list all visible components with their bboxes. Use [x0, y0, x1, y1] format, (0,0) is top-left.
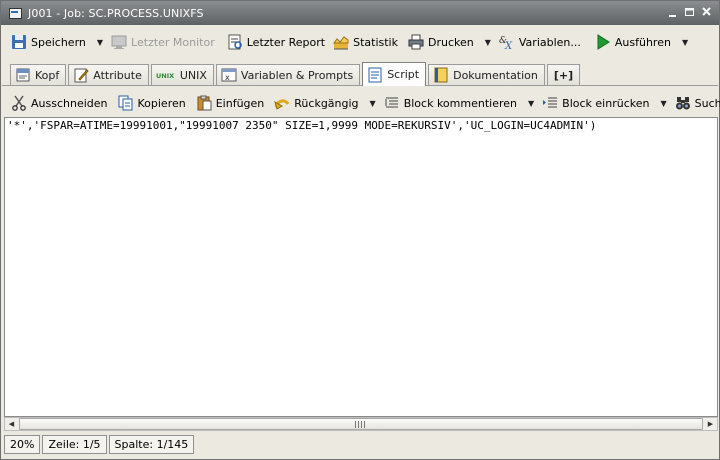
paste-icon	[196, 95, 212, 111]
search-label: Suche...	[694, 96, 720, 110]
zoom-status: 20%	[4, 434, 41, 454]
binoculars-icon	[675, 95, 691, 111]
run-button[interactable]: Ausführen	[591, 30, 675, 54]
save-label: Speichern	[31, 35, 86, 49]
job-editor-window: J001 - Job: SC.PROCESS.UNIXFS Speichern …	[0, 0, 720, 460]
indent-block-button[interactable]: Block einrücken	[538, 91, 653, 115]
tab-variables-prompts[interactable]: x Variablen & Prompts	[215, 64, 361, 85]
statistics-icon	[333, 34, 349, 50]
run-icon	[595, 34, 611, 50]
maximize-button[interactable]	[682, 5, 698, 20]
tab-unix[interactable]: UNIX UNIX	[150, 64, 214, 85]
save-dropdown-arrow[interactable]: ▼	[97, 38, 103, 47]
print-icon	[408, 34, 424, 50]
tab-kopf[interactable]: Kopf	[10, 64, 67, 85]
cut-icon	[11, 95, 27, 111]
undo-label: Rückgängig	[294, 96, 359, 110]
indent-block-dropdown-arrow[interactable]: ▼	[660, 99, 666, 108]
comment-block-icon	[384, 95, 400, 111]
last-report-button[interactable]: Letzter Report	[223, 30, 329, 54]
comment-block-dropdown-arrow[interactable]: ▼	[528, 99, 534, 108]
script-editor[interactable]: '*','FSPAR=ATIME=19991001,"19991007 2350…	[4, 117, 718, 417]
scroll-right-arrow[interactable]: ▶	[704, 418, 717, 430]
last-monitor-label: Letzter Monitor	[131, 35, 215, 49]
statistics-label: Statistik	[353, 35, 398, 49]
variables-button[interactable]: & X Variablen...	[495, 30, 585, 54]
minimize-button[interactable]	[665, 5, 681, 20]
minimize-icon	[669, 15, 676, 17]
main-toolbar: Speichern ▼ Letzter Monitor Letzter Repo…	[2, 28, 718, 56]
tab-bar: Kopf Attribute UNIX UNIX x Variablen & P…	[10, 61, 582, 86]
variables-prompts-icon: x	[221, 67, 237, 83]
maximize-icon	[685, 8, 694, 16]
script-icon	[367, 67, 383, 83]
print-button[interactable]: Drucken	[404, 30, 478, 54]
close-icon	[702, 7, 711, 16]
tab-variables-prompts-label: Variablen & Prompts	[240, 68, 354, 82]
comment-block-button[interactable]: Block kommentieren	[380, 91, 521, 115]
statistics-button[interactable]: Statistik	[329, 30, 402, 54]
undo-icon	[274, 95, 290, 111]
tab-attribute[interactable]: Attribute	[68, 64, 149, 85]
window-controls	[665, 5, 715, 20]
tab-kopf-label: Kopf	[35, 68, 60, 82]
script-toolbar: Ausschneiden Kopieren Einfügen Rückgängi…	[2, 90, 720, 116]
last-monitor-button[interactable]: Letzter Monitor	[107, 30, 219, 54]
scrollbar-thumb[interactable]	[19, 418, 703, 430]
copy-icon	[118, 95, 134, 111]
tab-dokumentation[interactable]: Dokumentation	[428, 64, 545, 85]
tab-dokumentation-label: Dokumentation	[453, 68, 538, 82]
paste-label: Einfügen	[215, 96, 265, 110]
cut-button[interactable]: Ausschneiden	[2, 91, 112, 115]
run-label: Ausführen	[614, 35, 671, 49]
variables-label: Variablen...	[518, 35, 581, 49]
tab-attribute-label: Attribute	[93, 68, 142, 82]
status-bar: 20% Zeile: 1/5 Spalte: 1/145	[4, 433, 718, 455]
report-icon	[227, 34, 243, 50]
paste-button[interactable]: Einfügen	[192, 91, 269, 115]
tab-unix-label: UNIX	[179, 68, 207, 82]
monitor-icon	[111, 34, 127, 50]
horizontal-scrollbar[interactable]: ◀ ▶	[4, 417, 718, 431]
header-icon	[15, 67, 31, 83]
cut-label: Ausschneiden	[31, 96, 108, 110]
save-button[interactable]: Speichern	[2, 30, 90, 54]
print-dropdown-arrow[interactable]: ▼	[485, 38, 491, 47]
scroll-left-arrow[interactable]: ◀	[5, 418, 18, 430]
indent-block-label: Block einrücken	[562, 96, 650, 110]
scrollbar-grip	[355, 421, 365, 428]
svg-text:X: X	[504, 41, 513, 50]
script-line-1[interactable]: '*','FSPAR=ATIME=19991001,"19991007 2350…	[7, 119, 596, 132]
attribute-icon	[73, 67, 89, 83]
svg-text:x: x	[225, 73, 230, 82]
copy-button[interactable]: Kopieren	[114, 91, 190, 115]
add-tab-icon: [+]	[553, 68, 574, 82]
close-button[interactable]	[699, 5, 715, 20]
window-title: J001 - Job: SC.PROCESS.UNIXFS	[28, 6, 204, 20]
line-status: Zeile: 1/5	[42, 434, 107, 454]
tab-script-label: Script	[387, 68, 420, 81]
undo-dropdown-arrow[interactable]: ▼	[370, 99, 376, 108]
svg-text:UNIX: UNIX	[156, 72, 174, 80]
tab-script[interactable]: Script	[362, 62, 427, 86]
save-icon	[11, 34, 27, 50]
search-button[interactable]: Suche...	[671, 91, 720, 115]
indent-block-icon	[542, 95, 558, 111]
window-icon	[8, 6, 22, 20]
title-bar[interactable]: J001 - Job: SC.PROCESS.UNIXFS	[1, 1, 719, 25]
run-dropdown-arrow[interactable]: ▼	[682, 38, 688, 47]
copy-label: Kopieren	[137, 96, 186, 110]
comment-block-label: Block kommentieren	[403, 96, 517, 110]
undo-button[interactable]: Rückgängig	[270, 91, 362, 115]
column-status: Spalte: 1/145	[108, 434, 195, 454]
last-report-label: Letzter Report	[246, 35, 326, 49]
tab-divider	[2, 85, 718, 86]
tab-add[interactable]: [+]	[546, 64, 581, 85]
print-label: Drucken	[428, 35, 474, 49]
unix-icon: UNIX	[156, 67, 176, 83]
variables-icon: & X	[499, 34, 515, 52]
documentation-icon	[433, 67, 449, 83]
